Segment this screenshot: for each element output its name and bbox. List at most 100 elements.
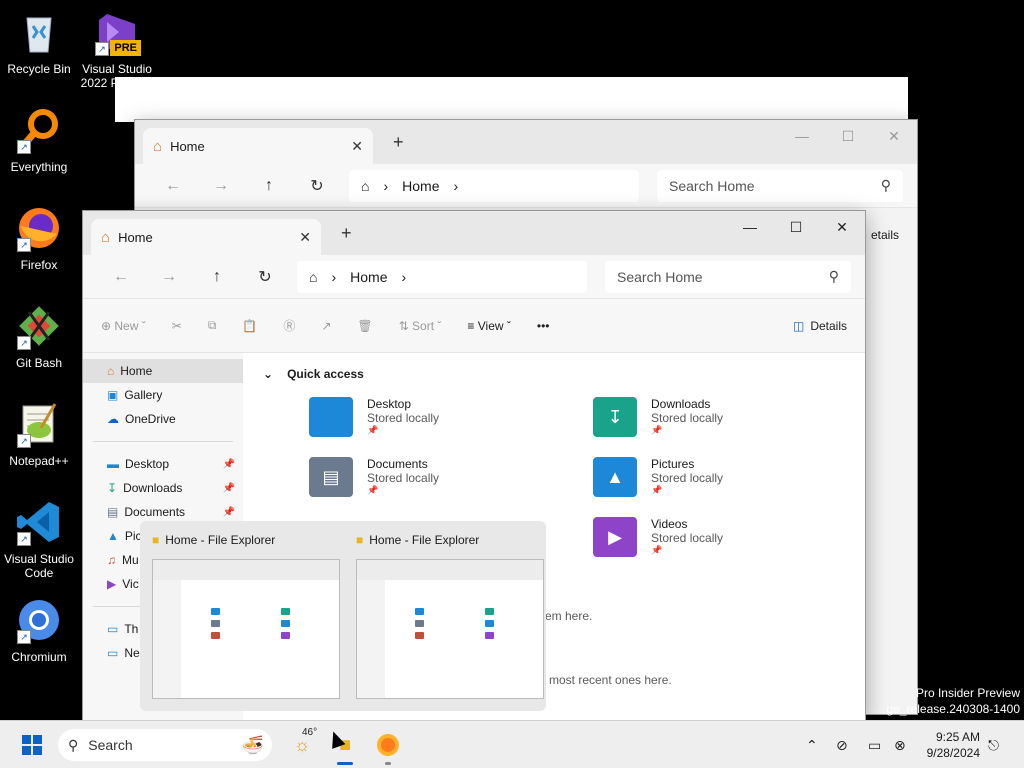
details-button[interactable]: ◫ Details — [793, 319, 847, 333]
quick-access-header[interactable]: ⌄ Quick access — [263, 367, 845, 381]
videos-folder-icon: ▶ — [593, 517, 637, 557]
clock-date: 9/28/2024 — [926, 746, 980, 760]
desktop-icon-recycle-bin[interactable]: Recycle Bin — [0, 8, 78, 76]
up-button[interactable]: ↑ — [245, 177, 293, 195]
minimize-button[interactable]: — — [779, 128, 825, 145]
clock-time: 9:25 AM — [935, 730, 980, 744]
pin-icon: 📌 — [222, 506, 235, 518]
address-toolbar: ← → ↑ ↻ ⌂ › Home › Search Home ⚲ — [135, 164, 917, 208]
taskbar: ⚲ Search 🍜 ☼ 46° ■ ⌃ ⊘ ▭ ⊗ 9:25 AM 9/28/… — [0, 720, 1024, 768]
tab-home[interactable]: ⌂ Home ✕ — [91, 219, 321, 255]
home-icon: ⌂ — [153, 137, 163, 155]
copy-icon[interactable]: ⧉ — [208, 318, 217, 333]
desktop-icon-notepadpp[interactable]: ↗ Notepad++ — [0, 400, 78, 468]
nav-item-onedrive[interactable]: ☁ OneDrive — [83, 407, 243, 431]
details-button-partial[interactable]: etails — [871, 228, 899, 242]
weather-widget[interactable]: ☼ 46° — [288, 727, 317, 759]
favorites-hint-text: em here. — [545, 609, 593, 623]
documents-folder-icon: ▤ — [309, 457, 353, 497]
chevron-right-icon: › — [331, 268, 337, 285]
address-bar[interactable]: ⌂ › Home › — [349, 169, 639, 202]
chevron-down-icon: ⌄ — [263, 367, 274, 381]
pin-icon: 📌 — [367, 425, 379, 435]
maximize-button[interactable]: ☐ — [773, 219, 819, 236]
view-button[interactable]: ≡ View ˇ — [467, 319, 510, 333]
search-box[interactable]: Search Home ⚲ — [657, 169, 903, 202]
search-input[interactable]: Search Home — [669, 178, 755, 194]
desktop-folder-icon — [309, 397, 353, 437]
taskbar-firefox[interactable] — [374, 731, 402, 765]
close-window-button[interactable]: ✕ — [819, 219, 865, 236]
shortcut-arrow-icon: ↗ — [17, 532, 31, 546]
folder-pictures[interactable]: ▲ Pictures Stored locally 📌 — [593, 457, 793, 513]
forward-button[interactable]: → — [197, 177, 245, 195]
display-icon[interactable]: ▭ — [868, 721, 881, 768]
download-icon: ↧ — [107, 481, 118, 495]
close-window-button[interactable]: ✕ — [871, 128, 917, 145]
minimize-button[interactable]: — — [727, 219, 773, 236]
notification-bell-icon[interactable]: ⎋ — [988, 721, 999, 768]
rename-icon[interactable]: Ⓡ — [283, 317, 295, 334]
shortcut-arrow-icon: ↗ — [17, 336, 31, 350]
close-tab-icon[interactable]: ✕ — [299, 229, 311, 246]
thumbnail-window-1[interactable]: ■ Home - File Explorer — [144, 521, 340, 707]
search-icon: ⚲ — [828, 268, 839, 284]
volume-icon[interactable]: ⊗ — [894, 721, 906, 768]
cut-icon[interactable]: ✂ — [172, 319, 182, 333]
desktop-icon-git-bash[interactable]: ↗ Git Bash — [0, 302, 78, 370]
up-button[interactable]: ↑ — [193, 268, 241, 286]
thumbnail-window-2[interactable]: ■ Home - File Explorer — [348, 521, 544, 707]
firefox-icon: ↗ — [15, 204, 63, 252]
show-hidden-icons-button[interactable]: ⌃ — [806, 721, 818, 768]
forward-button[interactable]: → — [145, 268, 193, 286]
nav-divider — [93, 441, 233, 442]
delete-icon[interactable]: 🗑 — [357, 319, 372, 333]
desktop-icon-everything[interactable]: ↗ Everything — [0, 106, 78, 174]
new-tab-button[interactable]: + — [393, 132, 404, 153]
desktop-icon-chromium[interactable]: ↗ Chromium — [0, 596, 78, 664]
visual-studio-icon: PRE ↗ — [93, 8, 141, 56]
nav-item-desktop[interactable]: ▬ Desktop 📌 — [83, 452, 243, 476]
more-options-button[interactable]: ••• — [537, 319, 550, 333]
taskbar-thumbnail-popup: ■ Home - File Explorer ■ Home - File Exp… — [140, 521, 546, 711]
search-icon: ⚲ — [68, 736, 79, 753]
nav-item-home[interactable]: ⌂ Home — [83, 359, 243, 383]
thumbnail-preview — [356, 559, 544, 699]
nav-item-gallery[interactable]: ▣ Gallery — [83, 383, 243, 407]
share-icon[interactable]: ↗ — [321, 319, 331, 333]
tab-home[interactable]: ⌂ Home ✕ — [143, 128, 373, 164]
thumbnail-preview — [152, 559, 340, 699]
search-input[interactable]: Search Home — [617, 269, 703, 285]
refresh-button[interactable]: ↻ — [241, 267, 289, 287]
sort-button[interactable]: ⇅ Sort ˇ — [399, 319, 442, 333]
desktop-icon-label: Git Bash — [15, 356, 63, 370]
nav-item-downloads[interactable]: ↧ Downloads 📌 — [83, 476, 243, 500]
network-status-icon[interactable]: ⊘ — [836, 721, 848, 768]
details-pane-icon: ◫ — [792, 318, 805, 333]
shortcut-arrow-icon: ↗ — [17, 238, 31, 252]
new-button[interactable]: ⊕ New ˇ — [101, 319, 146, 333]
taskbar-clock[interactable]: 9:25 AM 9/28/2024 — [927, 729, 980, 761]
paste-icon[interactable]: 📋 — [242, 319, 257, 333]
search-icon: ⚲ — [880, 177, 891, 193]
refresh-button[interactable]: ↻ — [293, 176, 341, 196]
folder-downloads[interactable]: ↧ Downloads Stored locally 📌 — [593, 397, 793, 453]
back-button[interactable]: ← — [97, 268, 145, 286]
address-bar[interactable]: ⌂ › Home › — [297, 260, 587, 293]
desktop-icon-label: Chromium — [11, 650, 67, 664]
back-button[interactable]: ← — [149, 177, 197, 195]
desktop-icon-vscode[interactable]: ↗ Visual Studio Code — [0, 498, 78, 580]
new-tab-button[interactable]: + — [341, 223, 352, 244]
taskbar-search[interactable]: ⚲ Search 🍜 — [58, 729, 272, 761]
search-highlight-icon: 🍜 — [241, 734, 264, 755]
folder-desktop[interactable]: Desktop Stored locally 📌 — [309, 397, 509, 453]
command-bar: ⊕ New ˇ ✂ ⧉ 📋 Ⓡ ↗ 🗑 ⇅ Sort ˇ ≡ View ˇ ••… — [83, 299, 865, 353]
close-tab-icon[interactable]: ✕ — [351, 138, 363, 155]
folder-documents[interactable]: ▤ Documents Stored locally 📌 — [309, 457, 509, 513]
search-box[interactable]: Search Home ⚲ — [605, 260, 851, 293]
maximize-button[interactable]: ☐ — [825, 128, 871, 145]
start-button[interactable] — [22, 735, 42, 755]
desktop-icon-visual-studio[interactable]: PRE ↗ Visual Studio 2022 Preview — [78, 8, 156, 90]
desktop-icon-firefox[interactable]: ↗ Firefox — [0, 204, 78, 272]
folder-videos[interactable]: ▶ Videos Stored locally 📌 — [593, 517, 793, 573]
